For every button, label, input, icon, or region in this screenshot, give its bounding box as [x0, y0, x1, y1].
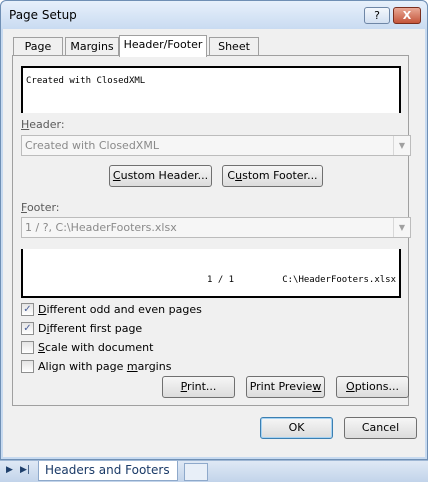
header-preview-left: Created with ClosedXML [26, 76, 146, 86]
dialog-body: Page Margins Header/Footer Sheet Created… [3, 29, 425, 457]
footer-preview-center: 1 / 1 [207, 275, 235, 285]
options-button[interactable]: Options... [336, 376, 409, 398]
custom-footer-button[interactable]: Custom Footer... [222, 165, 323, 187]
checkbox-label: Different odd and even pages [38, 303, 202, 316]
title-bar[interactable]: Page Setup ? X [1, 1, 427, 29]
checkbox-label: Different first page [38, 322, 143, 335]
dialog-title: Page Setup [9, 8, 77, 22]
tab-sheet[interactable]: Sheet [209, 37, 259, 56]
cancel-button[interactable]: Cancel [344, 417, 417, 439]
footer-preview-right: C:\HeaderFooters.xlsx [282, 275, 396, 285]
checkbox-different-odd-even[interactable]: ✓ Different odd and even pages [21, 303, 202, 317]
checkbox-align-with-margins[interactable]: Align with page margins [21, 360, 171, 374]
close-button[interactable]: X [393, 7, 421, 24]
tab-margins[interactable]: Margins [65, 37, 119, 56]
checkbox-scale-with-document[interactable]: Scale with document [21, 341, 154, 355]
checkbox-box[interactable] [21, 360, 34, 373]
footer-preview: 1 / 1 C:\HeaderFooters.xlsx [21, 249, 401, 298]
footer-dropdown-value: 1 / ?, C:\HeaderFooters.xlsx [25, 221, 177, 234]
checkbox-label: Align with page margins [38, 360, 172, 373]
check-icon[interactable]: ✓ [21, 322, 34, 335]
page-setup-dialog: Page Setup ? X Page Margins Header/Foote… [0, 0, 428, 460]
ok-button[interactable]: OK [260, 417, 333, 439]
sheet-tab-bar: ▶ ▶| Headers and Footers [0, 460, 428, 482]
help-button[interactable]: ? [364, 7, 390, 24]
chevron-down-icon[interactable]: ▼ [393, 218, 410, 237]
header-footer-panel: Created with ClosedXML Header: Created w… [12, 55, 411, 406]
custom-header-button[interactable]: Custom Header... [109, 165, 212, 187]
header-preview: Created with ClosedXML [21, 66, 401, 113]
sheet-tab-headers-and-footers[interactable]: Headers and Footers [38, 461, 178, 481]
chevron-down-icon[interactable]: ▼ [393, 136, 410, 155]
insert-sheet-icon[interactable] [184, 463, 208, 481]
print-preview-button[interactable]: Print Preview [246, 376, 325, 398]
next-sheet-icon[interactable]: ▶ [6, 465, 13, 475]
last-sheet-icon[interactable]: ▶| [20, 465, 30, 475]
checkbox-box[interactable] [21, 341, 34, 354]
tab-header-footer[interactable]: Header/Footer [119, 35, 207, 57]
footer-dropdown[interactable]: 1 / ?, C:\HeaderFooters.xlsx ▼ [21, 217, 411, 238]
header-label: Header: [21, 118, 65, 131]
checkbox-label: Scale with document [38, 341, 154, 354]
header-dropdown[interactable]: Created with ClosedXML ▼ [21, 135, 411, 156]
header-dropdown-value: Created with ClosedXML [25, 139, 159, 152]
tab-page[interactable]: Page [13, 37, 63, 56]
checkbox-different-first-page[interactable]: ✓ Different first page [21, 322, 143, 336]
print-button[interactable]: Print... [162, 376, 235, 398]
footer-label: Footer: [21, 201, 60, 214]
check-icon[interactable]: ✓ [21, 303, 34, 316]
